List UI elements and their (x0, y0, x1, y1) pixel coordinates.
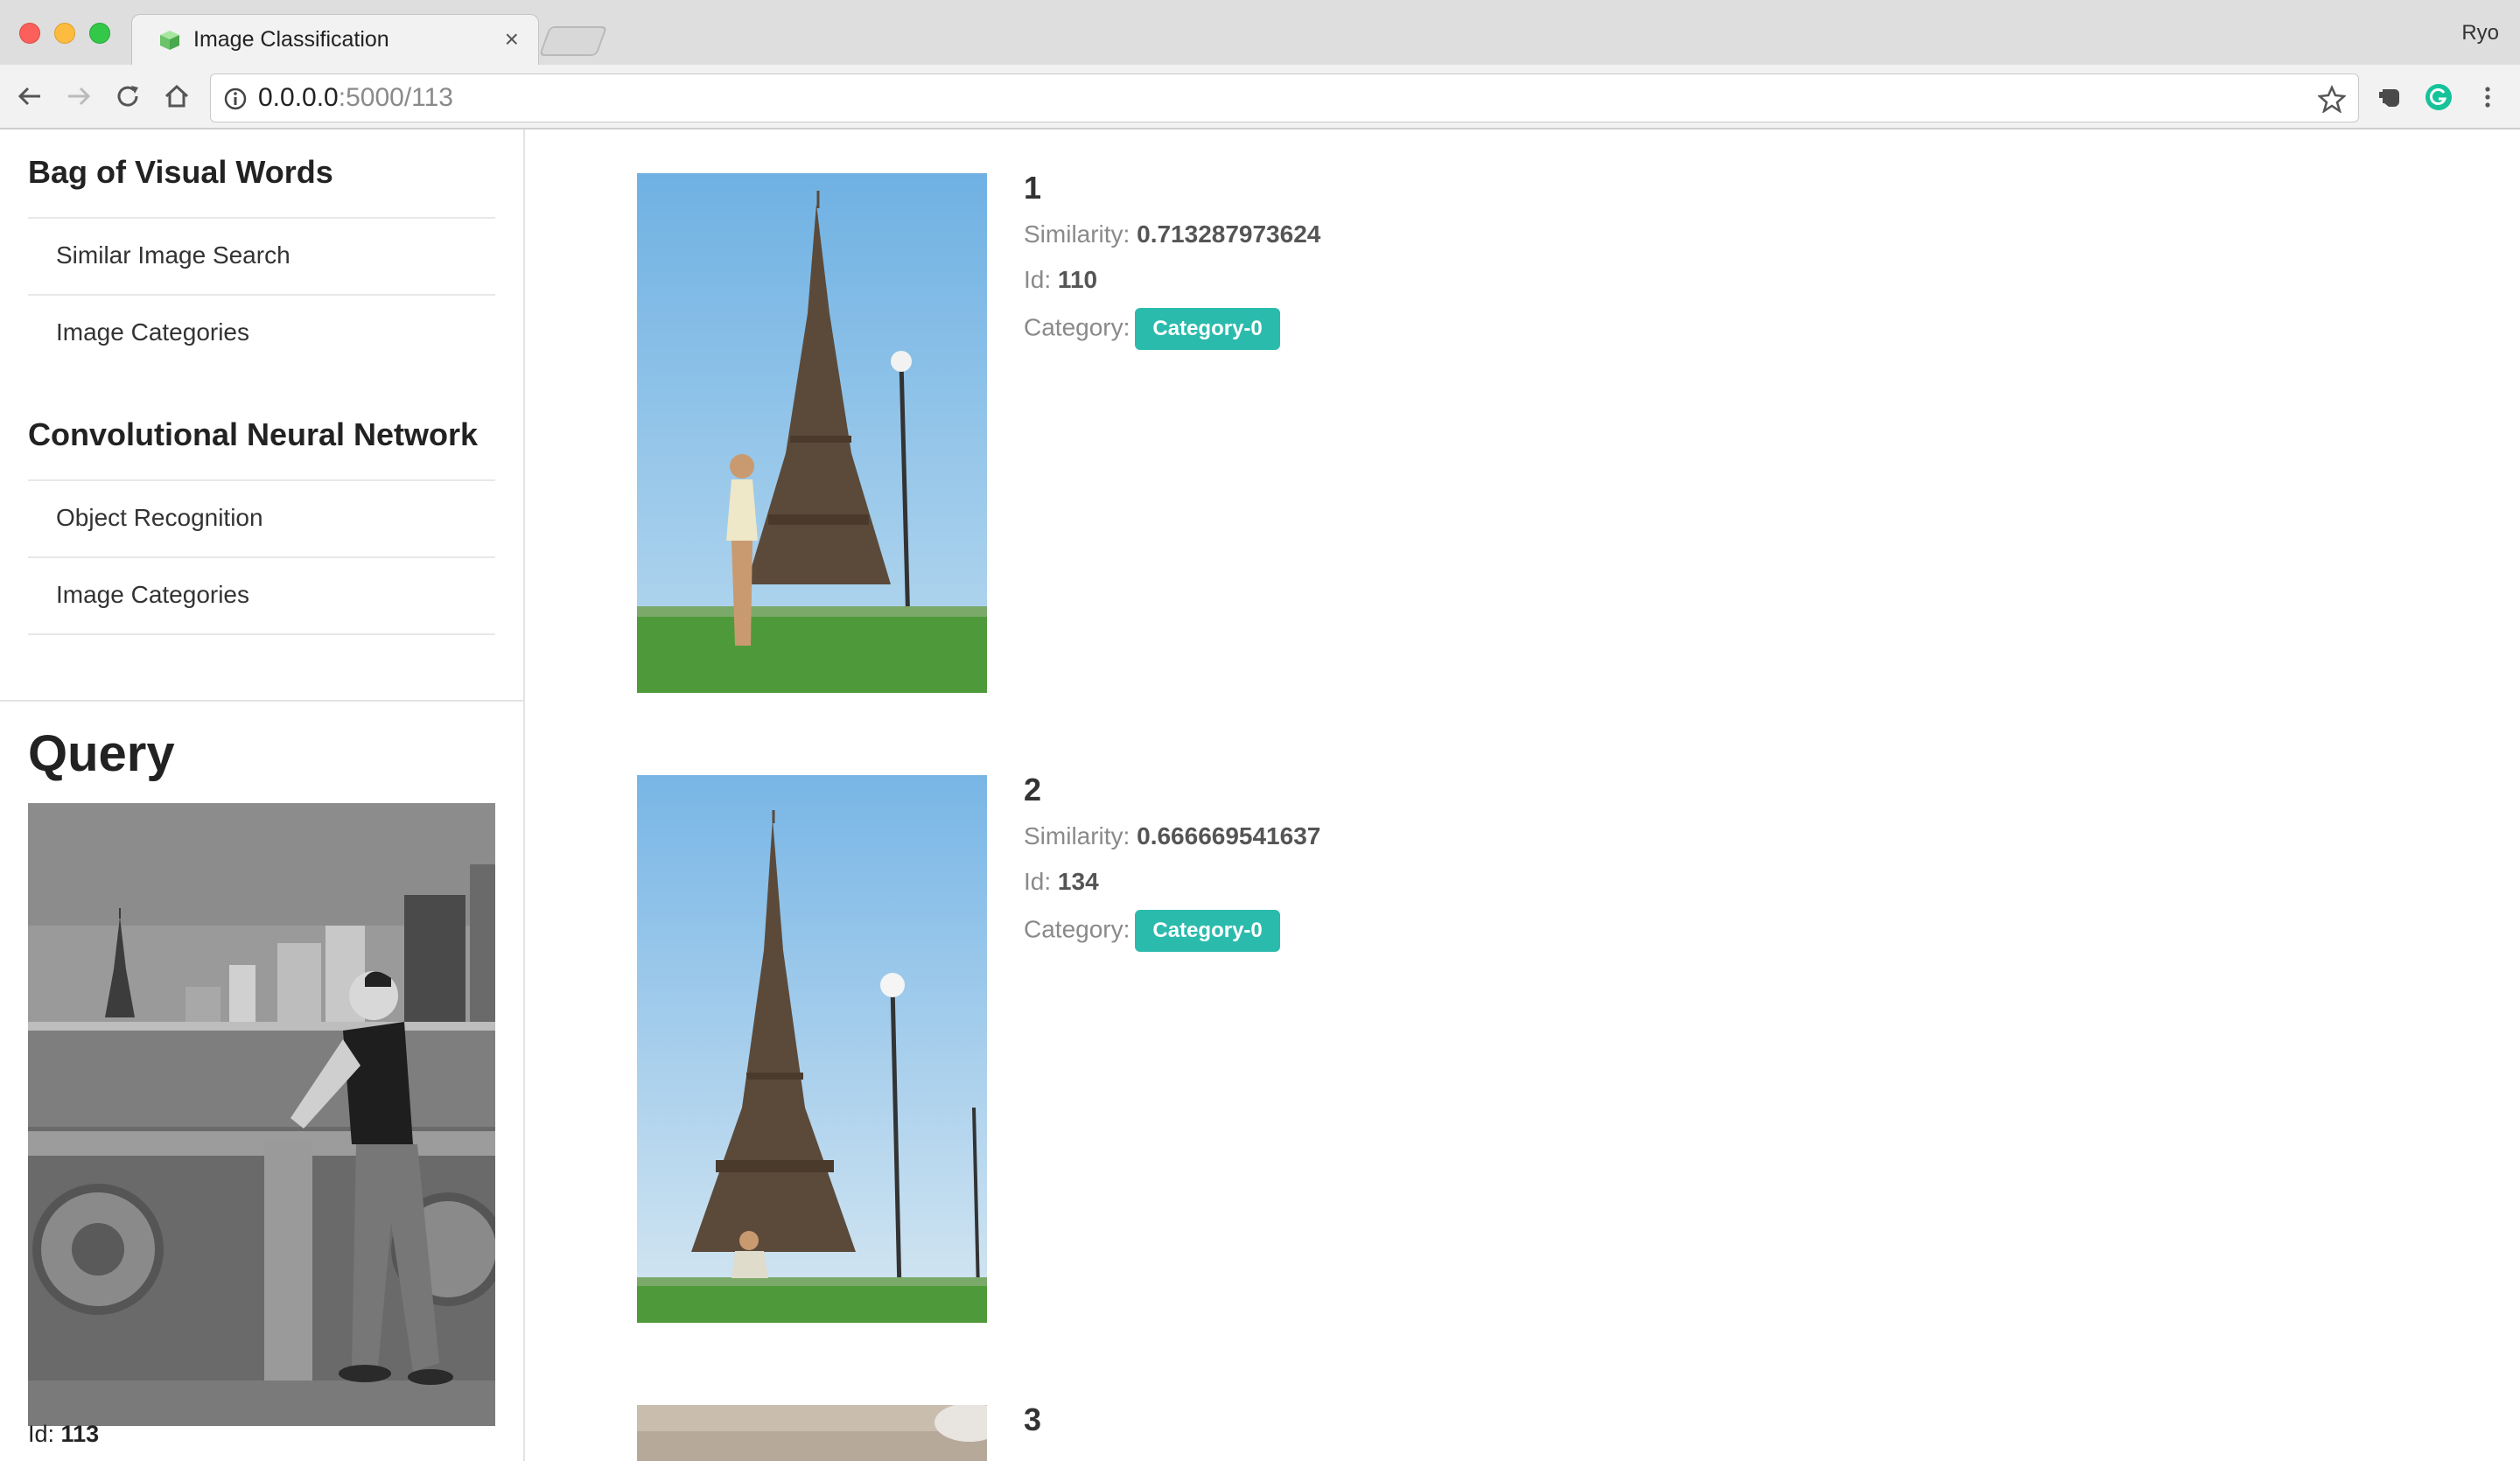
result-category: Category: Category-0 (1024, 308, 1280, 350)
result-id: Id: 134 (1024, 868, 1099, 896)
url-text[interactable]: 0.0.0.0:5000/113 (258, 83, 453, 113)
similarity-value: 0.713287973624 (1137, 220, 1321, 248)
menu-divider (28, 633, 495, 635)
query-id-label: Id: (28, 1421, 55, 1447)
url-host: 0.0.0.0 (258, 83, 339, 112)
sidebar-divider (0, 700, 523, 702)
result-category: Category: Category-0 (1024, 910, 1280, 952)
result-rank: 3 (1024, 1402, 1042, 1437)
sidebar-item-label: Image Categories (56, 318, 250, 346)
result-similarity: Similarity: 0.666669541637 (1024, 822, 1320, 850)
profile-name[interactable]: Ryo (2461, 21, 2499, 45)
browser-tab[interactable]: Image Classification × (131, 14, 539, 66)
id-label: Id: (1024, 266, 1052, 293)
reload-icon[interactable] (112, 80, 144, 112)
result-image[interactable] (637, 1405, 987, 1461)
page-content: Bag of Visual Words Similar Image Search… (0, 129, 2520, 1461)
query-image (28, 803, 495, 1426)
result-image[interactable] (637, 775, 987, 1323)
sidebar-item-bovw-image-categories[interactable]: Image Categories (28, 294, 495, 371)
browser-titlebar: Image Classification × Ryo (0, 0, 2520, 66)
category-label: Category: (1024, 915, 1130, 943)
sidebar-item-similar-image-search[interactable]: Similar Image Search (28, 217, 495, 294)
more-menu-icon[interactable] (2473, 82, 2502, 112)
result-image[interactable] (637, 173, 987, 693)
info-icon[interactable] (223, 87, 248, 111)
category-badge[interactable]: Category-0 (1135, 308, 1280, 350)
forward-arrow-icon[interactable] (63, 80, 94, 112)
result-id: Id: 110 (1024, 266, 1097, 294)
category-label: Category: (1024, 313, 1130, 341)
id-label: Id: (1024, 868, 1052, 895)
result-rank: 2 (1024, 772, 1042, 807)
url-path: :5000/113 (338, 83, 453, 112)
new-tab-button[interactable] (538, 26, 608, 56)
sidebar: Bag of Visual Words Similar Image Search… (0, 129, 525, 1461)
browser-toolbar: 0.0.0.0:5000/113 (0, 65, 2520, 129)
maximize-window-button[interactable] (89, 23, 110, 44)
section-title-bovw: Bag of Visual Words (28, 154, 333, 190)
sidebar-item-label: Image Categories (56, 581, 250, 608)
tab-title: Image Classification (193, 27, 389, 52)
evernote-icon[interactable] (2375, 82, 2404, 112)
grammarly-icon[interactable] (2424, 82, 2454, 112)
id-value: 134 (1057, 868, 1099, 895)
query-id: Id: 113 (28, 1421, 99, 1448)
back-arrow-icon[interactable] (14, 80, 46, 112)
similarity-label: Similarity: (1024, 220, 1130, 248)
similarity-label: Similarity: (1024, 822, 1130, 849)
query-title: Query (28, 725, 175, 782)
sidebar-item-label: Similar Image Search (56, 241, 290, 269)
result-rank: 1 (1024, 170, 1042, 206)
tab-close-icon[interactable]: × (505, 25, 519, 53)
close-window-button[interactable] (19, 23, 40, 44)
sidebar-item-label: Object Recognition (56, 504, 263, 531)
address-bar[interactable]: 0.0.0.0:5000/113 (210, 73, 2359, 122)
sidebar-item-object-recognition[interactable]: Object Recognition (28, 479, 495, 556)
similarity-value: 0.666669541637 (1137, 822, 1321, 849)
bookmark-star-icon[interactable] (2318, 85, 2346, 113)
minimize-window-button[interactable] (54, 23, 75, 44)
query-id-value: 113 (60, 1421, 100, 1447)
result-similarity: Similarity: 0.713287973624 (1024, 220, 1320, 248)
category-badge[interactable]: Category-0 (1135, 910, 1280, 952)
home-icon[interactable] (161, 80, 192, 112)
section-title-cnn: Convolutional Neural Network (28, 416, 479, 452)
id-value: 110 (1057, 266, 1098, 293)
cube-icon (160, 31, 179, 50)
sidebar-item-cnn-image-categories[interactable]: Image Categories (28, 556, 495, 633)
